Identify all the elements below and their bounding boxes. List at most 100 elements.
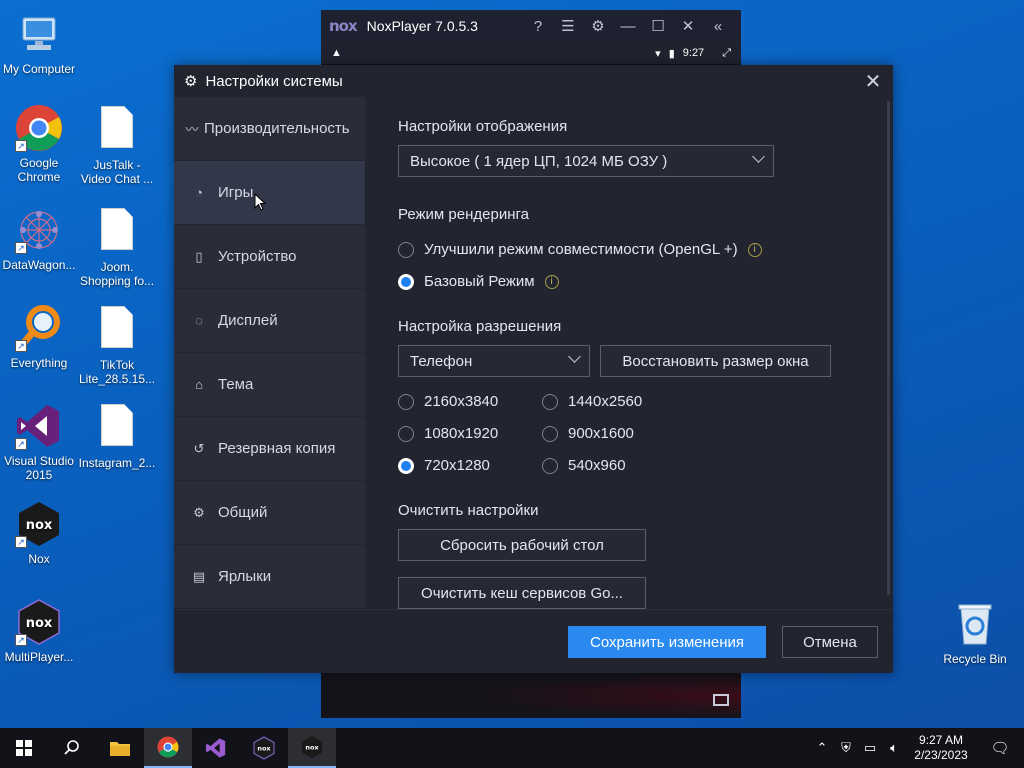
sidebar-item-theme[interactable]: ⌂ Тема	[174, 353, 365, 417]
close-icon[interactable]: ✕	[673, 17, 703, 35]
minimize-icon[interactable]: —	[613, 18, 643, 35]
desktop-icon-recycle-bin[interactable]: Recycle Bin	[936, 600, 1014, 666]
info-icon[interactable]: i	[544, 274, 559, 289]
resolution-2160x3840[interactable]: 2160x3840	[398, 393, 498, 410]
desktop-icon-label: TikTok Lite_28.5.15...	[78, 358, 156, 386]
desktop-icon-instagram[interactable]: Instagram_2...	[78, 402, 156, 470]
radio-button-checked[interactable]	[398, 457, 414, 474]
sidebar-item-label: Производительность	[204, 120, 350, 137]
close-icon[interactable]: ✕	[863, 69, 883, 94]
svg-text:nox: nox	[26, 616, 53, 631]
desktop-icon-label: Google Chrome	[17, 156, 61, 184]
svg-text:nox: nox	[26, 518, 53, 533]
taskbar-file-explorer[interactable]	[96, 728, 144, 768]
datawagon-icon: ↗	[15, 206, 63, 254]
desktop-icon-visual-studio[interactable]: ↗ Visual Studio 2015	[0, 402, 78, 482]
render-mode-opengl-plus[interactable]: Улучшили режим совместимости (OpenGL +) …	[398, 241, 762, 258]
resolution-540x960[interactable]: 540x960	[542, 457, 626, 474]
reset-desktop-button[interactable]: Сбросить рабочий стол	[398, 529, 646, 561]
render-mode-title: Режим рендеринга	[398, 206, 529, 223]
fullscreen-icon[interactable]: ⤢	[722, 47, 731, 60]
sidebar-item-device[interactable]: ▯ Устройство	[174, 225, 365, 289]
sidebar-item-label: Резервная копия	[218, 440, 336, 457]
collapse-sidebar-icon[interactable]: «	[703, 18, 733, 35]
android-status-bar: ▲ ▾ ▮ 9:27 ⤢	[321, 42, 741, 64]
device-type-select[interactable]: Телефон	[398, 345, 590, 377]
resolution-1080x1920[interactable]: 1080x1920	[398, 425, 498, 442]
search-button[interactable]	[48, 728, 96, 768]
shortcut-arrow-icon: ↗	[15, 438, 27, 450]
info-icon[interactable]: i	[747, 242, 762, 257]
radio-button[interactable]	[542, 457, 558, 474]
radio-button-checked[interactable]	[398, 273, 414, 290]
screen-wallpaper	[471, 674, 741, 718]
security-shield-icon[interactable]: ⛨	[834, 740, 858, 756]
shortcut-arrow-icon: ↗	[15, 536, 27, 548]
svg-text:nox: nox	[257, 745, 271, 753]
radio-label: Улучшили режим совместимости (OpenGL +)	[424, 241, 738, 258]
display-icon: ◌	[195, 313, 203, 328]
desktop-icon-tiktok[interactable]: TikTok Lite_28.5.15...	[78, 304, 156, 386]
settings-gear-icon[interactable]: ⚙	[583, 17, 613, 35]
resolution-1440x2560[interactable]: 1440x2560	[542, 393, 642, 410]
sidebar-item-label: Ярлыки	[218, 568, 272, 585]
sidebar-item-games[interactable]: ◔ Игры	[174, 161, 365, 225]
dialog-footer: Сохранить изменения Отмена	[174, 609, 893, 673]
wifi-icon: ▾	[655, 47, 661, 60]
clear-google-services-cache-button[interactable]: Очистить кеш сервисов Go...	[398, 577, 646, 609]
chevron-down-icon	[568, 350, 581, 363]
desktop-icon-everything[interactable]: ↗ Everything	[0, 304, 78, 370]
document-icon	[93, 306, 141, 354]
taskbar-chrome[interactable]	[144, 728, 192, 768]
everything-search-icon: ↗	[15, 304, 63, 352]
desktop-icon-multiplayer[interactable]: nox ↗ MultiPlayer...	[0, 598, 78, 664]
desktop-icon-joom[interactable]: Joom. Shopping fo...	[78, 206, 156, 288]
cancel-button[interactable]: Отмена	[782, 626, 878, 658]
sidebar-item-backup[interactable]: ↺ Резервная копия	[174, 417, 365, 481]
settings-content: Настройки отображения Высокое ( 1 ядер Ц…	[365, 97, 893, 609]
sidebar-item-shortcuts[interactable]: ▤ Ярлыки	[174, 545, 365, 609]
maximize-icon[interactable]: ☐	[643, 17, 673, 35]
sidebar-item-performance[interactable]: 〰 Производительность	[174, 97, 365, 161]
radio-button[interactable]	[542, 425, 558, 442]
dialog-header[interactable]: ⚙ Настройки системы ✕	[174, 65, 893, 97]
noxplayer-titlebar[interactable]: nox NoxPlayer 7.0.5.3 ? ☰ ⚙ — ☐ ✕ «	[321, 10, 741, 42]
desktop-icon-justalk[interactable]: JusTalk - Video Chat ...	[78, 104, 156, 186]
radio-button[interactable]	[542, 393, 558, 410]
sidebar-item-general[interactable]: ⚙ Общий	[174, 481, 365, 545]
shortcut-arrow-icon: ↗	[15, 340, 27, 352]
taskbar-clock[interactable]: 9:27 AM 2/23/2023	[906, 733, 976, 763]
sidebar-item-label: Игры	[218, 184, 254, 201]
nox-icon: nox	[302, 736, 322, 758]
start-button[interactable]	[0, 728, 48, 768]
help-icon[interactable]: ?	[523, 18, 553, 35]
clock-date: 2/23/2023	[914, 748, 968, 762]
multi-window-icon[interactable]	[713, 694, 729, 706]
taskbar-nox-multiplayer[interactable]: nox	[240, 728, 288, 768]
desktop-icon-datawagon[interactable]: ↗ DataWagon...	[0, 206, 78, 272]
desktop-icon-my-computer[interactable]: My Computer	[0, 10, 78, 76]
radio-button[interactable]	[398, 393, 414, 410]
resolution-900x1600[interactable]: 900x1600	[542, 425, 634, 442]
desktop-icon-chrome[interactable]: ↗ Google Chrome	[0, 104, 78, 184]
radio-button[interactable]	[398, 425, 414, 442]
network-icon[interactable]: ▭	[858, 740, 882, 756]
taskbar-nox[interactable]: nox	[288, 728, 336, 768]
volume-icon[interactable]: 🔈︎	[882, 740, 906, 756]
content-scrollbar[interactable]	[887, 101, 890, 595]
radio-button[interactable]	[398, 241, 414, 258]
notification-center-icon[interactable]: 🗨︎	[976, 739, 1024, 757]
render-mode-basic[interactable]: Базовый Режим i	[398, 273, 559, 290]
performance-preset-select[interactable]: Высокое ( 1 ядер ЦП, 1024 МБ ОЗУ )	[398, 145, 774, 177]
sidebar-item-label: Тема	[218, 376, 254, 393]
chevron-up-icon[interactable]: ⌃	[810, 740, 834, 756]
desktop-icon-nox[interactable]: nox ↗ Nox	[0, 500, 78, 566]
desktop-icon-label: Everything	[10, 356, 68, 370]
resolution-720x1280[interactable]: 720x1280	[398, 457, 490, 474]
chrome-icon: ↗	[15, 104, 63, 152]
menu-icon[interactable]: ☰	[553, 17, 583, 35]
restore-window-size-button[interactable]: Восстановить размер окна	[600, 345, 831, 377]
taskbar-visual-studio[interactable]	[192, 728, 240, 768]
save-changes-button[interactable]: Сохранить изменения	[568, 626, 766, 658]
sidebar-item-display[interactable]: ◌ Дисплей	[174, 289, 365, 353]
